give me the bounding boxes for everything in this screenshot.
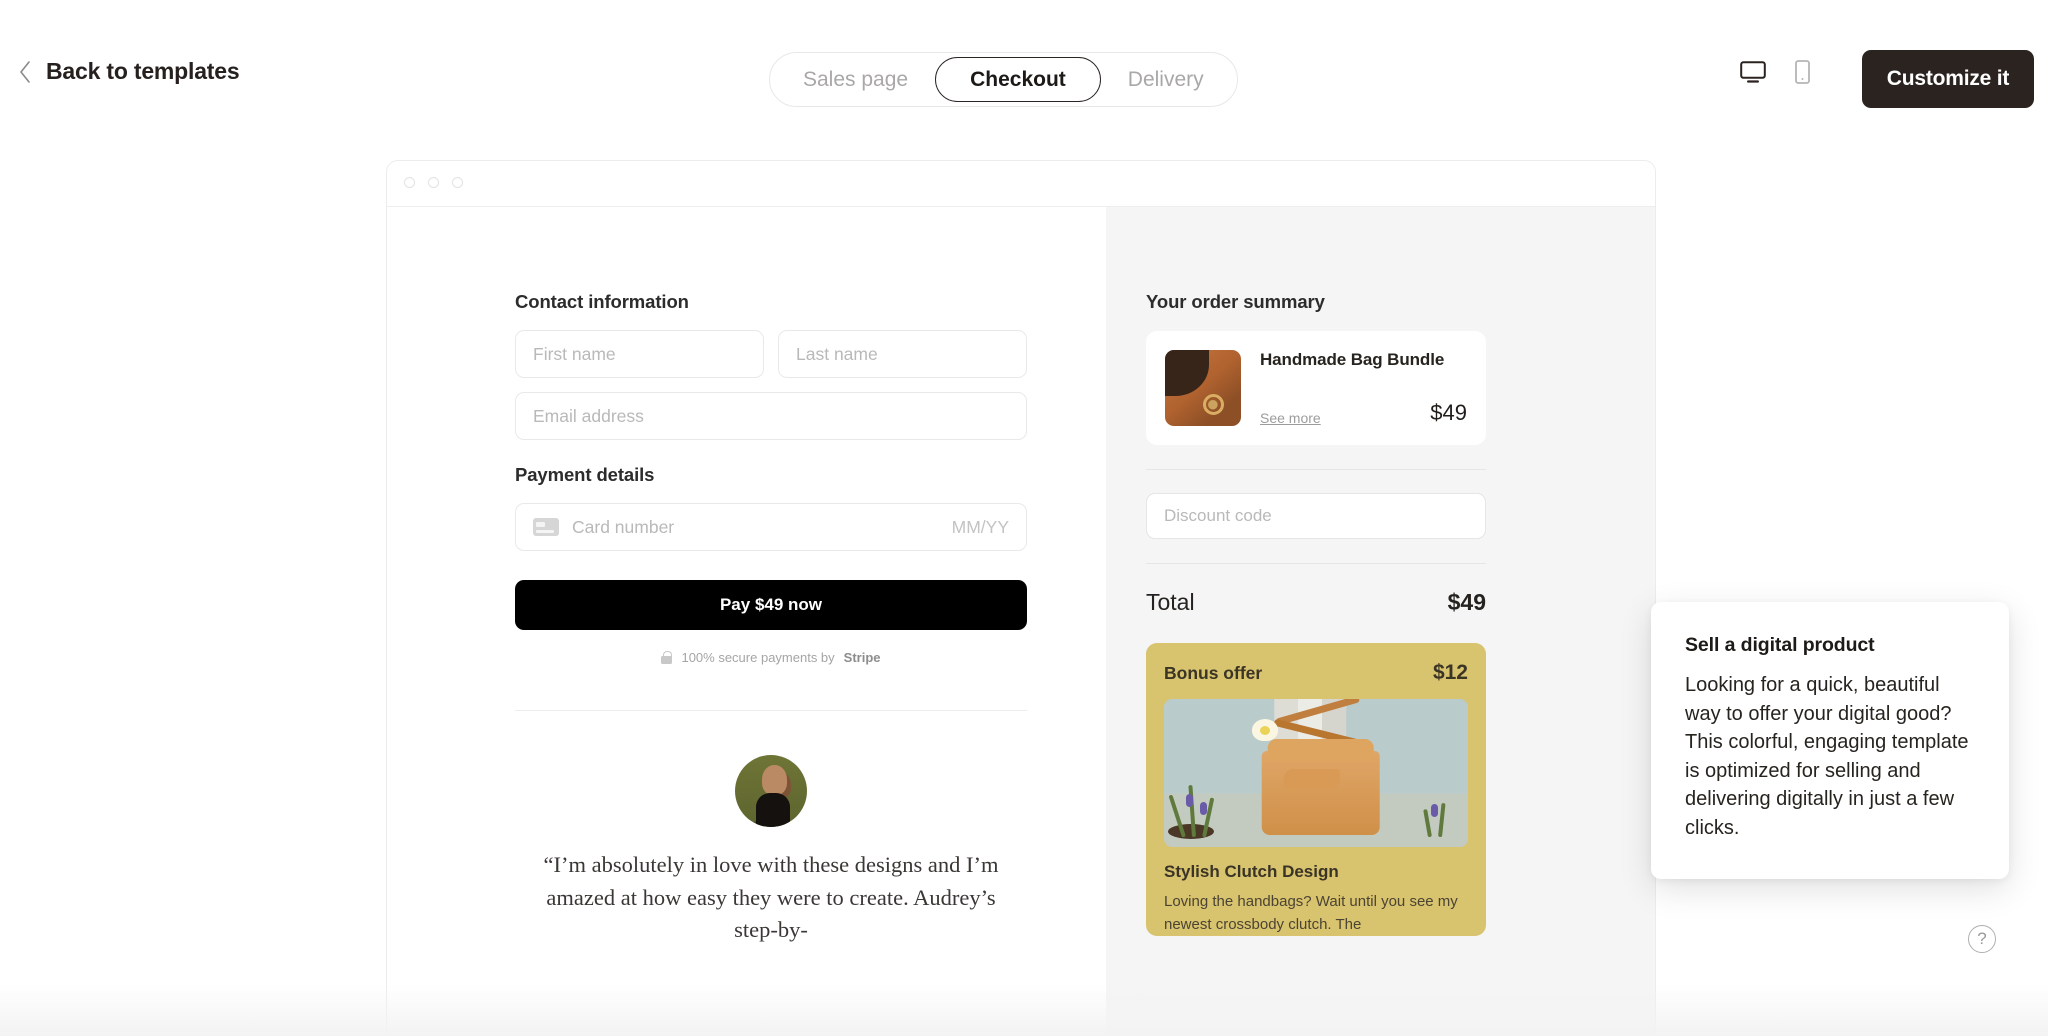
window-dot [428, 177, 439, 188]
bonus-offer-image [1164, 699, 1468, 847]
preview-content: Contact information First name Last name… [387, 207, 1655, 1035]
section-divider [515, 710, 1027, 711]
product-thumbnail-image [1165, 350, 1241, 426]
template-preview-window: Contact information First name Last name… [386, 160, 1656, 1036]
mobile-view-button[interactable] [1795, 60, 1810, 84]
secure-payment-text: 100% secure payments by [681, 650, 835, 665]
bonus-offer-label: Bonus offer [1164, 662, 1263, 683]
discount-code-input[interactable]: Discount code [1146, 493, 1486, 539]
see-more-link[interactable]: See more [1260, 410, 1321, 426]
desktop-monitor-icon [1740, 61, 1766, 83]
back-to-templates-button[interactable]: Back to templates [18, 58, 240, 85]
first-name-input[interactable]: First name [515, 330, 764, 378]
payment-details-heading: Payment details [515, 464, 655, 485]
bonus-offer-card[interactable]: Bonus offer $12 Stylish Clutch Design Lo… [1146, 643, 1486, 936]
page-tabs: Sales page Checkout Delivery [769, 52, 1238, 107]
checkout-form-column: Contact information First name Last name… [387, 207, 1106, 1035]
name-fields-row: First name Last name [515, 330, 1027, 378]
order-total-row: Total $49 [1146, 589, 1486, 616]
order-product-card: Handmade Bag Bundle See more $49 [1146, 331, 1486, 445]
total-value: $49 [1447, 589, 1486, 615]
summary-divider-top [1146, 469, 1486, 470]
testimonial-avatar [735, 755, 807, 827]
tooltip-title: Sell a digital product [1685, 634, 1875, 656]
pay-now-button[interactable]: Pay $49 now [515, 580, 1027, 630]
window-dot [452, 177, 463, 188]
preview-window-chrome [387, 161, 1655, 207]
order-summary-heading: Your order summary [1146, 291, 1325, 312]
bonus-offer-title: Stylish Clutch Design [1164, 862, 1339, 881]
customize-it-button[interactable]: Customize it [1862, 50, 2034, 108]
bonus-offer-price: $12 [1432, 661, 1468, 684]
tab-checkout[interactable]: Checkout [935, 57, 1101, 102]
summary-divider-bottom [1146, 563, 1486, 564]
chevron-left-icon [20, 60, 30, 83]
stripe-brand-label: Stripe [843, 650, 881, 665]
desktop-view-button[interactable] [1740, 60, 1766, 84]
tab-sales-page[interactable]: Sales page [776, 57, 935, 102]
template-info-tooltip: Sell a digital product Looking for a qui… [1651, 602, 2009, 879]
card-number-placeholder: Card number [572, 516, 675, 537]
product-price: $49 [1430, 400, 1467, 425]
last-name-input[interactable]: Last name [778, 330, 1027, 378]
bonus-offer-description: Loving the handbags? Wait until you see … [1164, 893, 1458, 933]
lock-icon [661, 651, 673, 664]
window-dots [404, 177, 463, 188]
top-toolbar: Back to templates Sales page Checkout De… [0, 0, 2048, 158]
contact-information-heading: Contact information [515, 291, 689, 312]
total-label: Total [1146, 589, 1195, 615]
tab-delivery[interactable]: Delivery [1101, 57, 1231, 102]
tooltip-body: Looking for a quick, beautiful way to of… [1685, 674, 1969, 839]
window-dot [404, 177, 415, 188]
credit-card-icon [533, 518, 559, 536]
testimonial-block: “I’m absolutely in love with these desig… [515, 755, 1027, 947]
product-name: Handmade Bag Bundle [1260, 350, 1445, 369]
card-expiry-placeholder: MM/YY [951, 516, 1009, 537]
email-address-input[interactable]: Email address [515, 392, 1027, 440]
help-button[interactable]: ? [1968, 925, 1996, 953]
template-preview-app: Back to templates Sales page Checkout De… [0, 0, 2048, 1036]
mobile-phone-icon [1795, 60, 1810, 84]
order-summary-column: Your order summary Handmade Bag Bundle S… [1106, 207, 1655, 1035]
secure-payment-notice: 100% secure payments by Stripe [515, 650, 1027, 665]
testimonial-quote: “I’m absolutely in love with these desig… [543, 852, 999, 943]
card-number-input[interactable]: Card number MM/YY [515, 503, 1027, 551]
back-to-templates-label: Back to templates [46, 58, 240, 84]
